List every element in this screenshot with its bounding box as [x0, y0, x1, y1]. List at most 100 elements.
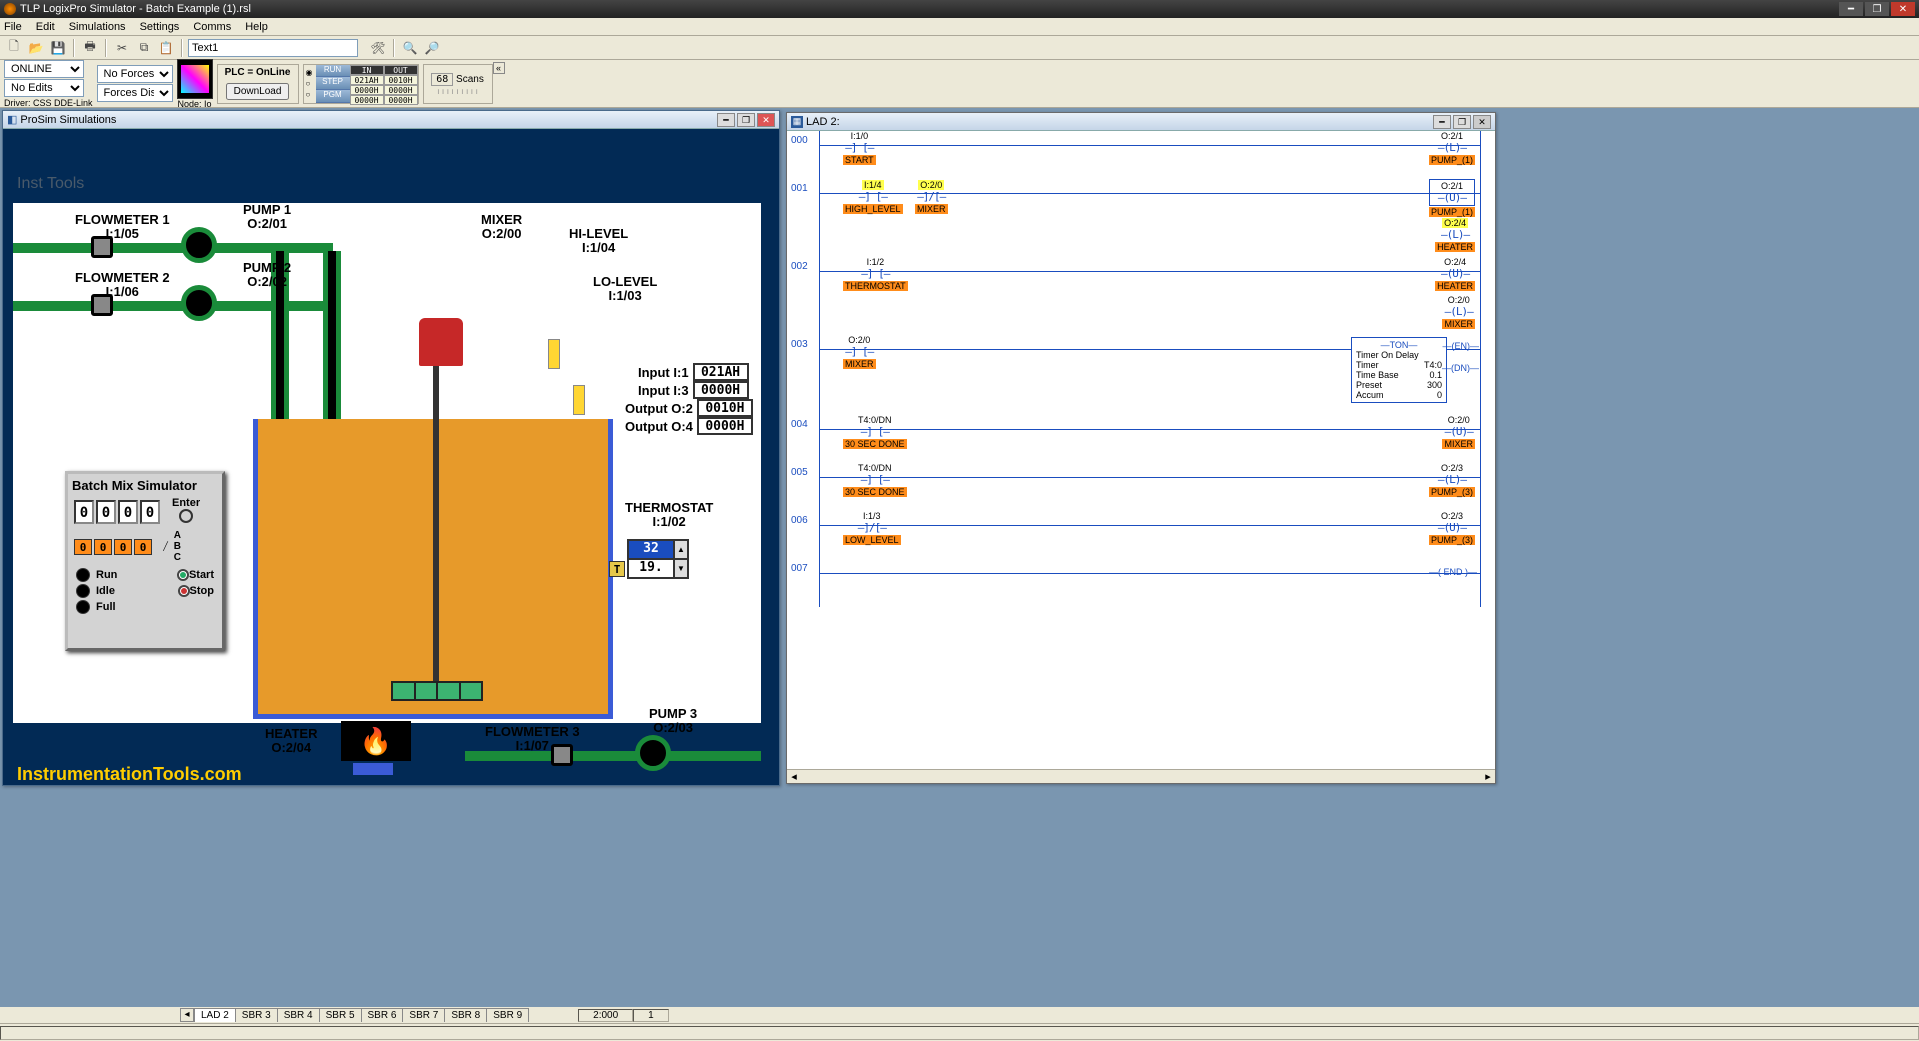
- thermo-current[interactable]: 19.: [628, 559, 674, 578]
- tab-sbr4[interactable]: SBR 4: [277, 1008, 320, 1022]
- output-instruction[interactable]: O:2/0—(U)—MIXER: [1442, 415, 1475, 449]
- instruction[interactable]: T4:0/DN—] [—30 SEC DONE: [843, 415, 907, 449]
- instruction[interactable]: I:1/2—] [—THERMOSTAT: [843, 257, 908, 291]
- instruction[interactable]: O:2/0—] [—MIXER: [843, 335, 876, 369]
- rung-003[interactable]: 003 O:2/0—] [—MIXER—TON— Timer On Delay …: [787, 335, 1495, 415]
- ladder-hscroll[interactable]: ◂▸: [787, 769, 1495, 783]
- prosim-title: ProSim Simulations: [20, 114, 116, 126]
- simcard-title: Batch Mix Simulator: [68, 474, 222, 497]
- menu-comms[interactable]: Comms: [193, 21, 231, 33]
- enter-button[interactable]: [179, 509, 193, 523]
- start-button[interactable]: [177, 569, 189, 581]
- menu-edit[interactable]: Edit: [36, 21, 55, 33]
- instruction[interactable]: I:1/4—] [—HIGH_LEVEL: [843, 179, 903, 214]
- new-icon[interactable]: 🗋: [4, 38, 24, 58]
- ladder-max-button[interactable]: ❐: [1453, 115, 1471, 129]
- output-instruction[interactable]: O:2/4—(U)—HEATER: [1435, 257, 1475, 291]
- app-icon: [4, 3, 16, 15]
- prosim-close-button[interactable]: ✕: [757, 113, 775, 127]
- maximize-button[interactable]: ❐: [1865, 2, 1889, 16]
- prosim-max-button[interactable]: ❐: [737, 113, 755, 127]
- edits-combo[interactable]: No Edits: [4, 79, 84, 97]
- full-led: [76, 600, 90, 614]
- tab-sbr7[interactable]: SBR 7: [402, 1008, 445, 1022]
- thermo-sp-up[interactable]: ▲: [674, 540, 688, 559]
- pgm-button[interactable]: PGM: [316, 90, 350, 103]
- step-button[interactable]: STEP: [316, 77, 350, 90]
- run-button[interactable]: RUN: [316, 65, 350, 78]
- stop-button[interactable]: [178, 585, 190, 597]
- output-instruction[interactable]: O:2/0—(L)—MIXER: [1442, 295, 1475, 329]
- tab-sbr9[interactable]: SBR 9: [486, 1008, 529, 1022]
- paste-icon[interactable]: 📋: [156, 38, 176, 58]
- instruction[interactable]: I:1/0—] [—START: [843, 131, 876, 165]
- rung-000[interactable]: 000 I:1/0—] [—STARTO:2/1—(L)—PUMP_(1): [787, 131, 1495, 179]
- tab-lad2[interactable]: LAD 2: [194, 1008, 236, 1022]
- scan-panel: 68 Scans ╷╷╷╷╷╷╷╷╷: [423, 64, 493, 104]
- flow3-label: FLOWMETER 3I:1/07: [485, 725, 580, 754]
- rung-006[interactable]: 006 I:1/3—]/[—LOW_LEVELO:2/3—(U)—PUMP_(3…: [787, 511, 1495, 559]
- instruction[interactable]: T4:0/DN—] [—30 SEC DONE: [843, 463, 907, 497]
- ladder-close-button[interactable]: ✕: [1473, 115, 1491, 129]
- output-instruction[interactable]: O:2/4—(L)—HEATER: [1435, 217, 1475, 252]
- tools-icon[interactable]: 🛠: [368, 38, 388, 58]
- zoom-in-icon[interactable]: 🔍: [400, 38, 420, 58]
- open-icon[interactable]: 📂: [26, 38, 46, 58]
- output-instruction[interactable]: O:2/3—(L)—PUMP_(3): [1429, 463, 1475, 497]
- copy-icon[interactable]: ⧉: [134, 38, 154, 58]
- mixer-shaft: [433, 365, 439, 695]
- zoom-out-icon[interactable]: 🔎: [422, 38, 442, 58]
- print-icon[interactable]: 🖶: [80, 38, 100, 58]
- ladder-min-button[interactable]: ━: [1433, 115, 1451, 129]
- io-row-out2: Output O:20010H: [625, 399, 753, 417]
- output-instruction[interactable]: O:2/1—(U)—PUMP_(1): [1429, 179, 1475, 217]
- tab-sbr3[interactable]: SBR 3: [235, 1008, 278, 1022]
- ladder-titlebar: ▦ LAD 2: ━ ❐ ✕: [787, 113, 1495, 131]
- prosim-icon: ◧: [7, 113, 17, 126]
- node-label: Node: Io: [178, 99, 212, 109]
- download-button[interactable]: DownLoad: [226, 83, 290, 100]
- io-row-in3: Input I:30000H: [638, 381, 749, 399]
- output-instruction[interactable]: O:2/1—(L)—PUMP_(1): [1429, 131, 1475, 165]
- app-titlebar: TLP LogixPro Simulator - Batch Example (…: [0, 0, 1919, 18]
- node-lcd: [177, 59, 213, 99]
- save-icon[interactable]: 💾: [48, 38, 68, 58]
- tab-sbr5[interactable]: SBR 5: [319, 1008, 362, 1022]
- ladder-window: ▦ LAD 2: ━ ❐ ✕ 000 I:1/0—] [—STARTO:2/1—…: [786, 112, 1496, 784]
- forces2-combo[interactable]: Forces Disabled: [97, 84, 173, 102]
- tab-sbr6[interactable]: SBR 6: [361, 1008, 404, 1022]
- output-instruction[interactable]: O:2/3—(U)—PUMP_(3): [1429, 511, 1475, 545]
- switch-icon[interactable]: ⟋: [160, 539, 171, 555]
- hilevel-label: HI-LEVELI:1/04: [569, 227, 628, 256]
- menu-settings[interactable]: Settings: [140, 21, 180, 33]
- rung-005[interactable]: 005 T4:0/DN—] [—30 SEC DONEO:2/3—(L)—PUM…: [787, 463, 1495, 511]
- minimize-button[interactable]: ━: [1839, 2, 1863, 16]
- menu-help[interactable]: Help: [245, 21, 268, 33]
- rung-001[interactable]: 001 I:1/4—] [—HIGH_LEVELO:2/0—]/[—MIXERO…: [787, 179, 1495, 257]
- hi-level-sensor: [548, 339, 560, 369]
- instruction-input[interactable]: [188, 39, 358, 57]
- rung-002[interactable]: 002 I:1/2—] [—THERMOSTATO:2/4—(U)—HEATER…: [787, 257, 1495, 335]
- close-button[interactable]: ✕: [1891, 2, 1915, 16]
- mode-combo[interactable]: ONLINE: [4, 60, 84, 78]
- tab-sbr8[interactable]: SBR 8: [444, 1008, 487, 1022]
- thermo-sp-down[interactable]: ▼: [674, 559, 688, 578]
- rung-004[interactable]: 004 T4:0/DN—] [—30 SEC DONEO:2/0—(U)—MIX…: [787, 415, 1495, 463]
- rung-007[interactable]: 007 —( END )—: [787, 559, 1495, 607]
- ton-block[interactable]: —TON— Timer On Delay TimerT4:0 Time Base…: [1351, 337, 1447, 403]
- pump-3: [635, 735, 671, 771]
- thermo-setpoint[interactable]: 32: [628, 540, 674, 559]
- prosim-min-button[interactable]: ━: [717, 113, 735, 127]
- instruction[interactable]: I:1/3—]/[—LOW_LEVEL: [843, 511, 901, 545]
- forces-combo[interactable]: No Forces: [97, 65, 173, 83]
- tab-scroll-left[interactable]: ◂: [180, 1008, 194, 1022]
- collapse-toolbar-icon[interactable]: «: [493, 62, 505, 74]
- ladder-body[interactable]: 000 I:1/0—] [—STARTO:2/1—(L)—PUMP_(1)001…: [787, 131, 1495, 769]
- menu-simulations[interactable]: Simulations: [69, 21, 126, 33]
- plc-panel: PLC = OnLine DownLoad: [217, 64, 299, 104]
- cut-icon[interactable]: ✂: [112, 38, 132, 58]
- instruction[interactable]: O:2/0—]/[—MIXER: [915, 179, 948, 214]
- pump2-label: PUMP 2O:2/02: [243, 261, 291, 290]
- menu-file[interactable]: File: [4, 21, 22, 33]
- status-coord2: 1: [633, 1009, 669, 1022]
